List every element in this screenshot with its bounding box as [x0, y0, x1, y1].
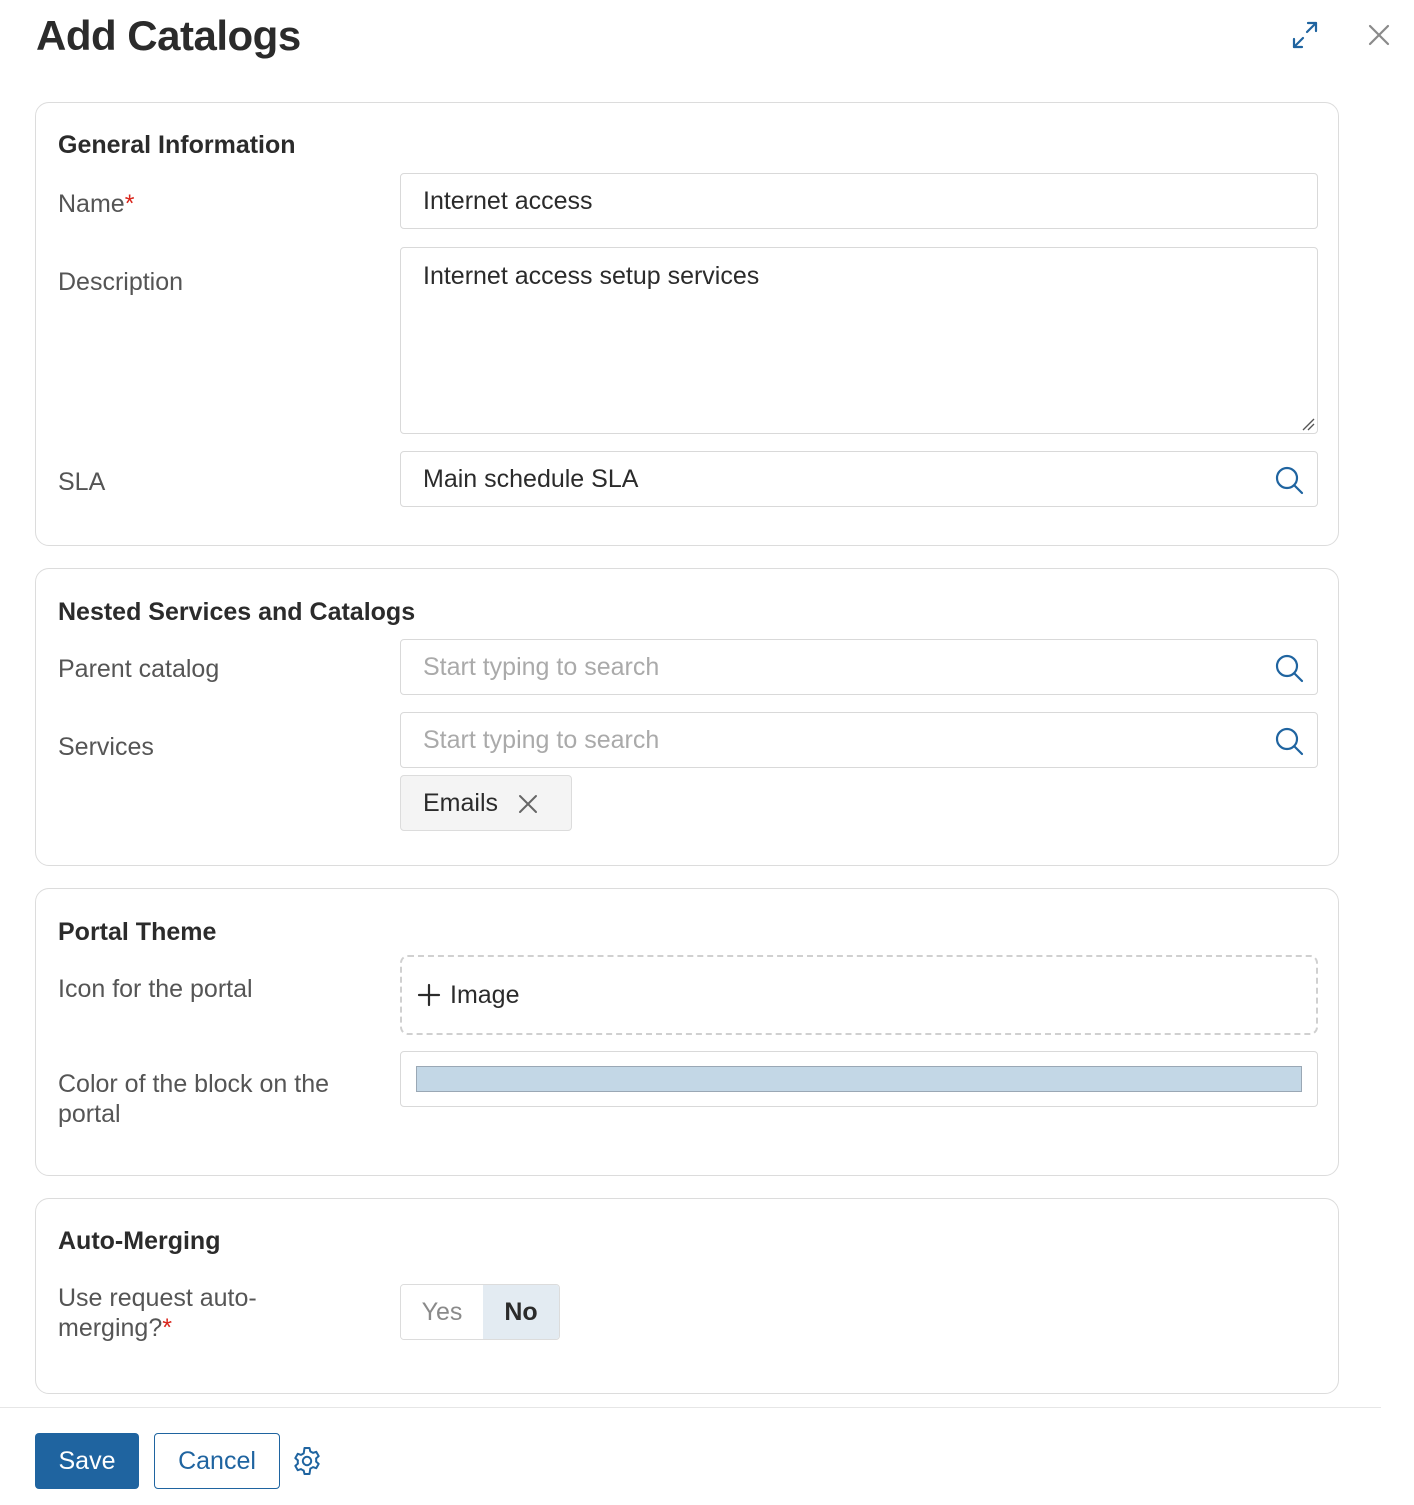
block-color-label: Color of the block on the portal	[58, 1070, 329, 1128]
section-title: Auto-Merging	[58, 1227, 221, 1255]
cancel-button[interactable]: Cancel	[154, 1433, 280, 1489]
name-label: Name*	[58, 190, 135, 218]
save-button[interactable]: Save	[35, 1433, 139, 1489]
search-icon[interactable]	[1273, 652, 1305, 684]
required-marker: *	[124, 190, 135, 218]
close-icon	[1368, 24, 1390, 46]
settings-button[interactable]	[291, 1445, 323, 1477]
color-swatch	[416, 1066, 1302, 1092]
footer-divider	[0, 1407, 1381, 1408]
plus-icon	[417, 983, 441, 1007]
option-yes[interactable]: Yes	[401, 1285, 483, 1339]
option-no[interactable]: No	[483, 1285, 559, 1339]
search-icon[interactable]	[1273, 464, 1305, 496]
services-label: Services	[58, 733, 154, 761]
description-textarea[interactable]: Internet access setup services	[400, 247, 1318, 434]
sla-value: Main schedule SLA	[423, 464, 639, 493]
add-image-button[interactable]: Image	[400, 955, 1318, 1035]
auto-merging-section: Auto-Merging Use request auto-merging?* …	[35, 1198, 1339, 1394]
services-input[interactable]: Start typing to search	[400, 712, 1318, 768]
parent-catalog-label: Parent catalog	[58, 655, 220, 683]
section-title: Nested Services and Catalogs	[58, 598, 416, 626]
service-chip-emails: Emails	[400, 775, 572, 831]
portal-theme-section: Portal Theme Icon for the portal Image C…	[35, 888, 1339, 1176]
close-button[interactable]	[1362, 18, 1396, 52]
required-marker: *	[162, 1314, 172, 1342]
section-title: General Information	[58, 131, 296, 159]
chip-label: Emails	[423, 788, 499, 817]
sla-input[interactable]: Main schedule SLA	[400, 451, 1318, 507]
portal-icon-label: Icon for the portal	[58, 975, 253, 1003]
parent-catalog-input[interactable]: Start typing to search	[400, 639, 1318, 695]
name-input[interactable]: Internet access	[400, 173, 1318, 229]
services-placeholder: Start typing to search	[423, 725, 660, 754]
general-information-section: General Information Name* Internet acces…	[35, 102, 1339, 546]
name-value: Internet access	[423, 186, 593, 215]
description-value: Internet access setup services	[423, 262, 760, 290]
search-icon[interactable]	[1273, 725, 1305, 757]
expand-icon	[1292, 21, 1318, 49]
dialog-title: Add Catalogs	[36, 12, 301, 59]
resize-grip-icon[interactable]	[1301, 417, 1315, 431]
block-color-picker[interactable]	[400, 1051, 1318, 1107]
sla-label: SLA	[58, 468, 106, 496]
parent-catalog-placeholder: Start typing to search	[423, 652, 660, 681]
description-label: Description	[58, 268, 184, 296]
auto-merging-toggle: Yes No	[400, 1284, 560, 1340]
remove-chip-icon[interactable]	[517, 793, 539, 815]
auto-merging-label: Use request auto-merging?*	[58, 1284, 257, 1342]
expand-button[interactable]	[1288, 18, 1322, 52]
nested-services-section: Nested Services and Catalogs Parent cata…	[35, 568, 1339, 866]
add-image-label: Image	[450, 980, 520, 1009]
gear-icon	[294, 1447, 320, 1475]
section-title: Portal Theme	[58, 918, 217, 946]
